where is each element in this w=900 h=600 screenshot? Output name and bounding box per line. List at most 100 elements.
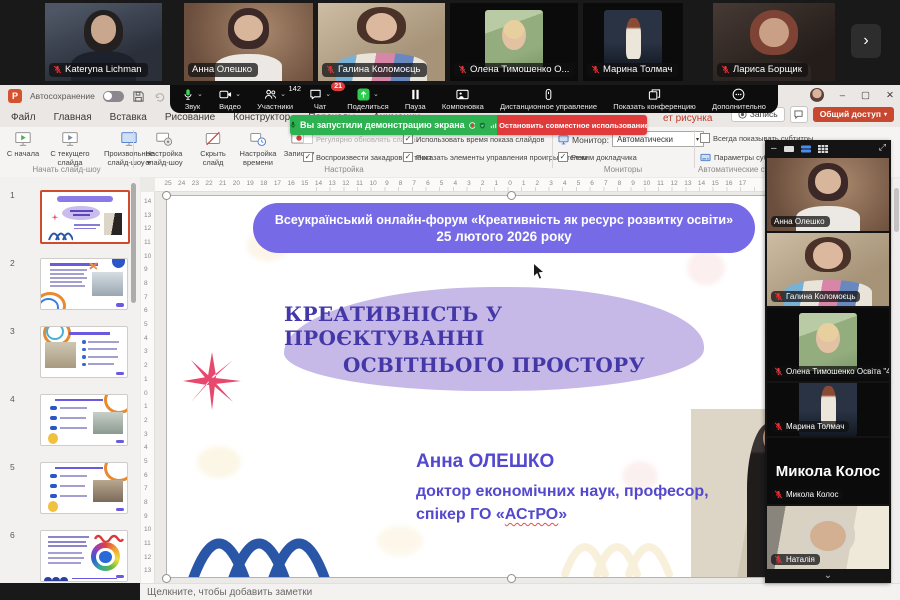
thumbnail-number: 6 xyxy=(10,530,15,540)
selection-handle[interactable] xyxy=(162,191,171,200)
mic-muted-icon xyxy=(774,422,783,431)
slide-thumbnail-4[interactable] xyxy=(40,394,128,446)
close-button[interactable]: ✕ xyxy=(886,90,894,101)
panel-expand-icon[interactable]: ⤢ xyxy=(879,142,886,153)
slide-thumbnail-5[interactable] xyxy=(40,462,128,514)
mic-muted-icon xyxy=(774,367,783,376)
autosave-toggle[interactable] xyxy=(103,91,124,102)
speaker-org-suffix: » xyxy=(558,506,567,523)
slide-title-blob[interactable]: КРЕАТИВНІСТЬ У ПРОЄКТУВАННІ ОСВІТНЬОГО П… xyxy=(284,287,704,391)
undo-icon[interactable] xyxy=(153,90,166,103)
participant-name: Марина Толмач xyxy=(771,421,849,432)
save-icon[interactable] xyxy=(132,90,145,103)
toolbar-chat[interactable]: 21⌄Чат xyxy=(309,88,331,111)
share-document-button[interactable]: Общий доступ▾ xyxy=(813,107,894,122)
tab-3[interactable]: Рисование xyxy=(156,112,224,123)
panel-minimize-icon[interactable]: – xyxy=(771,145,777,153)
chevron-down-icon[interactable]: ⌄ xyxy=(235,90,241,98)
star-shape[interactable] xyxy=(183,352,241,410)
participant-tile[interactable]: Лариса Борщик xyxy=(713,3,835,81)
vertical-ruler[interactable]: 1413121110987654321012345678910111213 xyxy=(141,192,155,583)
checkbox-use-timings[interactable]: Использовать время показа слайдов xyxy=(403,134,544,144)
toolbar-item-label: Видео xyxy=(219,102,241,111)
notes-placeholder[interactable]: Щелкните, чтобы добавить заметки xyxy=(140,583,900,600)
document-scrollbar[interactable] xyxy=(891,178,900,583)
panel-participant-tile[interactable]: Марина Толмач xyxy=(767,383,889,436)
thumbnails-scrollbar[interactable] xyxy=(131,183,136,303)
slide-thumbnail-6[interactable] xyxy=(40,530,128,582)
toolbar-show-conference[interactable]: Показать конференцию xyxy=(613,88,696,111)
selection-handle[interactable] xyxy=(507,191,516,200)
panel-participant-tile[interactable]: Наталія xyxy=(767,506,889,569)
share-started-banner: Вы запустили демонстрацию экрана xyxy=(290,115,497,135)
slide-title-line1: КРЕАТИВНІСТЬ У ПРОЄКТУВАННІ xyxy=(284,302,704,350)
checkbox-icon xyxy=(558,152,568,162)
mic-muted-icon xyxy=(774,490,783,499)
tab-4[interactable]: Конструктор xyxy=(224,112,299,123)
speaker-info[interactable]: Анна ОЛЕШКО доктор економічних наук, про… xyxy=(416,451,709,526)
panel-participant-tile[interactable]: Анна Олешко xyxy=(767,158,889,231)
tab-1[interactable]: Главная xyxy=(45,112,101,123)
toolbar-share[interactable]: ⌄Поделиться xyxy=(347,88,388,111)
panel-participant-tile[interactable]: Олена Тимошенко Освіта "4 People" xyxy=(767,308,889,381)
gallery-view-icon[interactable] xyxy=(818,145,828,153)
autosave-label: Автосохранение xyxy=(30,91,95,101)
chevron-down-icon[interactable]: ⌄ xyxy=(280,90,286,98)
powerpoint-logo-icon: P xyxy=(8,89,22,103)
slide-thumbnail-1[interactable] xyxy=(40,190,130,244)
account-avatar[interactable] xyxy=(810,88,824,102)
participant-name: Лариса Борщик xyxy=(717,63,808,77)
speaker-view-icon[interactable] xyxy=(784,145,794,153)
mic-icon xyxy=(182,88,194,101)
participant-tile[interactable]: Анна Олешко xyxy=(184,3,313,81)
stop-share-button[interactable]: Остановить совместное использование xyxy=(497,115,647,135)
speaker-role: доктор економічних наук, професор, xyxy=(416,483,709,500)
next-participants-button[interactable]: › xyxy=(851,24,881,58)
participant-tile[interactable]: Олена Тимошенко О... xyxy=(450,3,578,81)
selection-handle[interactable] xyxy=(162,574,171,583)
chevron-down-icon[interactable]: ⌄ xyxy=(325,90,331,98)
participant-tile[interactable]: Kateryna Lichman xyxy=(45,3,162,81)
checkbox-presenter-view[interactable]: Режим докладчика xyxy=(558,152,637,162)
maximize-button[interactable]: ▢ xyxy=(861,90,870,101)
toolbar-item-label: Пауза xyxy=(405,102,426,111)
slide-canvas[interactable]: Всеукраїнський онлайн-форум «Креативніст… xyxy=(166,195,855,578)
zoom-meeting-toolbar: ⌄Звук⌄Видео142⌄Участники21⌄Чат⌄Поделитьс… xyxy=(170,85,778,113)
panel-participant-tile[interactable]: Микола КолосМикола Колос xyxy=(767,438,889,504)
slideshow-current-icon xyxy=(61,130,79,148)
checkbox-keep-slides-updated[interactable]: Регулярно обновлять слайды xyxy=(303,134,419,144)
toolbar-badge: 21 xyxy=(331,82,345,91)
panel-scroll-down-icon[interactable]: ⌄ xyxy=(824,570,832,581)
recording-icon[interactable] xyxy=(469,121,476,130)
toolbar-item-label: Дистанционное управление xyxy=(500,102,597,111)
chevron-down-icon[interactable]: ⌄ xyxy=(373,90,379,98)
slide-thumbnail-3[interactable] xyxy=(40,326,128,378)
contextual-tab-fragment[interactable]: ет рисунка xyxy=(663,113,712,124)
selection-handle[interactable] xyxy=(507,574,516,583)
thumbnail-number: 1 xyxy=(10,190,15,200)
minimize-button[interactable]: – xyxy=(840,90,845,101)
toolbar-layout[interactable]: Компоновка xyxy=(442,88,484,111)
forum-banner[interactable]: Всеукраїнський онлайн-форум «Креативніст… xyxy=(253,203,755,253)
top-video-strip: › Kateryna Lichman Анна ОлешкоГалина Коло… xyxy=(0,0,900,85)
toolbar-more[interactable]: Дополнительно xyxy=(712,88,766,111)
blue-loops-shape[interactable] xyxy=(187,522,347,578)
toolbar-item-label: Дополнительно xyxy=(712,102,766,111)
panel-participant-tile[interactable]: Галина Коломоєць xyxy=(767,233,889,306)
participant-tile[interactable]: Галина Коломоєць xyxy=(318,3,445,81)
setup-slideshow-icon xyxy=(155,130,173,148)
strip-view-icon[interactable] xyxy=(801,145,811,153)
monitor-icon xyxy=(558,134,569,145)
tab-2[interactable]: Вставка xyxy=(101,112,156,123)
slide-thumbnail-2[interactable] xyxy=(40,258,128,310)
toolbar-remote-control[interactable]: Дистанционное управление xyxy=(500,88,597,111)
participant-tile[interactable]: Марина Толмач xyxy=(583,3,683,81)
chevron-down-icon[interactable]: ⌄ xyxy=(197,90,203,98)
comments-button[interactable] xyxy=(790,106,808,123)
toolbar-audio[interactable]: ⌄Звук xyxy=(182,88,203,111)
tab-file[interactable]: Файл xyxy=(2,112,45,123)
toolbar-pause[interactable]: Пауза xyxy=(405,88,426,111)
security-shield-icon[interactable] xyxy=(479,121,486,130)
toolbar-participants[interactable]: 142⌄Участники xyxy=(257,88,293,111)
toolbar-video[interactable]: ⌄ Видео xyxy=(219,88,241,111)
